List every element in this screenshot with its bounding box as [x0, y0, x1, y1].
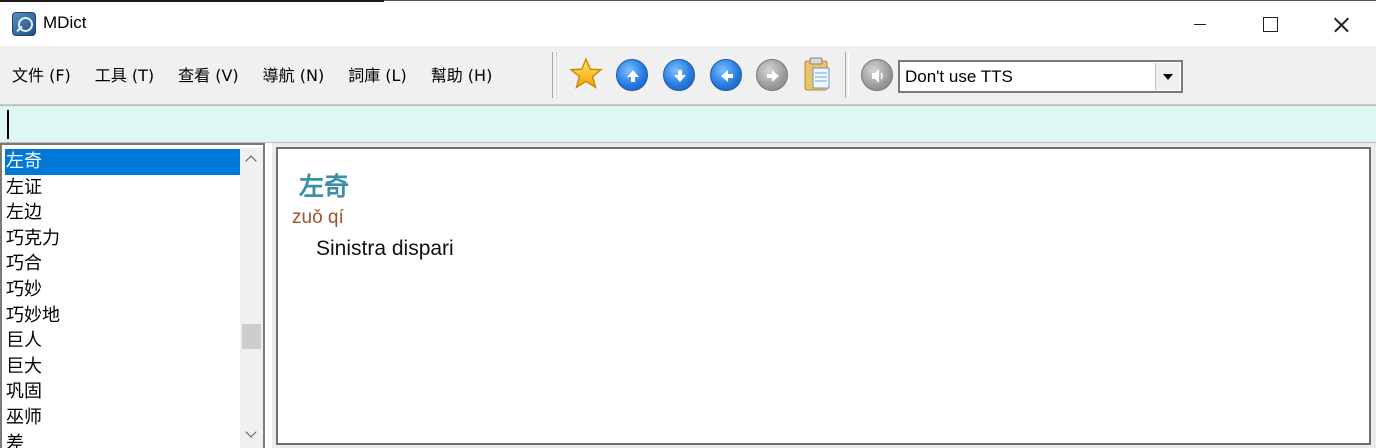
- toolbar-grip: [556, 52, 559, 98]
- scroll-down-icon[interactable]: [240, 423, 263, 445]
- close-button[interactable]: [1306, 1, 1376, 47]
- speaker-icon[interactable]: [861, 59, 893, 91]
- next-down-icon[interactable]: [663, 59, 695, 91]
- word-list[interactable]: 左奇 左证 左边 巧克力 巧合 巧妙 巧妙地 巨人 巨大 巩固 巫师 差: [0, 143, 265, 448]
- word-list-item[interactable]: 左奇: [5, 149, 240, 175]
- clipboard-icon[interactable]: [802, 56, 832, 92]
- entry-definition: Sinistra dispari: [316, 237, 454, 260]
- chevron-down-icon[interactable]: [1155, 63, 1180, 90]
- word-list-item[interactable]: 巨人: [5, 328, 240, 354]
- forward-icon[interactable]: [756, 59, 788, 91]
- word-list-item[interactable]: 差: [5, 431, 240, 448]
- definition-pane: 左奇 zuǒ qí Sinistra dispari: [272, 143, 1376, 448]
- menu-help[interactable]: 幫助 (H): [419, 65, 505, 87]
- back-icon[interactable]: [710, 59, 742, 91]
- menu-view[interactable]: 查看 (V): [166, 65, 251, 87]
- word-list-item[interactable]: 巩固: [5, 379, 240, 405]
- window-title: MDict: [43, 13, 87, 32]
- word-list-item[interactable]: 左边: [5, 200, 240, 226]
- entry-headword: 左奇: [299, 172, 350, 201]
- search-bar: [0, 105, 1376, 143]
- tts-selected-value: Don't use TTS: [905, 67, 1013, 86]
- search-input[interactable]: [5, 110, 1365, 138]
- title-bar: MDict: [0, 0, 1376, 46]
- word-list-item[interactable]: 巧妙地: [5, 303, 240, 329]
- favorite-star-icon[interactable]: [569, 57, 603, 91]
- previous-up-icon[interactable]: [616, 59, 648, 91]
- word-list-item[interactable]: 巫师: [5, 405, 240, 431]
- definition-content: 左奇 zuǒ qí Sinistra dispari: [276, 147, 1371, 445]
- maximize-button[interactable]: [1235, 1, 1305, 47]
- scroll-up-icon[interactable]: [240, 148, 263, 170]
- word-list-item[interactable]: 巨大: [5, 354, 240, 380]
- mdict-magnifier-icon: [12, 12, 36, 36]
- menu-navigate[interactable]: 導航 (N): [251, 65, 337, 87]
- toolbar-separator: [845, 52, 849, 98]
- tts-select[interactable]: Don't use TTS: [898, 60, 1183, 93]
- scrollbar-thumb[interactable]: [242, 324, 261, 349]
- menu-file[interactable]: 文件 (F): [0, 65, 83, 87]
- word-list-item[interactable]: 左证: [5, 175, 240, 201]
- menu-bar: 文件 (F) 工具 (T) 查看 (V) 導航 (N) 詞庫 (L) 幫助 (H…: [0, 65, 504, 87]
- word-list-item[interactable]: 巧合: [5, 251, 240, 277]
- word-list-item[interactable]: 巧妙: [5, 277, 240, 303]
- entry-pinyin: zuǒ qí: [292, 207, 344, 228]
- word-list-items: 左奇 左证 左边 巧克力 巧合 巧妙 巧妙地 巨人 巨大 巩固 巫师 差: [5, 149, 240, 448]
- word-list-scrollbar[interactable]: [240, 148, 263, 448]
- minimize-button[interactable]: [1165, 1, 1235, 47]
- title-bar-accent-line: [0, 0, 384, 2]
- menu-library[interactable]: 詞庫 (L): [336, 65, 419, 87]
- text-caret: [7, 110, 9, 139]
- menu-tools[interactable]: 工具 (T): [83, 65, 166, 87]
- word-list-item[interactable]: 巧克力: [5, 226, 240, 252]
- toolbar: 文件 (F) 工具 (T) 查看 (V) 導航 (N) 詞庫 (L) 幫助 (H…: [0, 46, 1376, 105]
